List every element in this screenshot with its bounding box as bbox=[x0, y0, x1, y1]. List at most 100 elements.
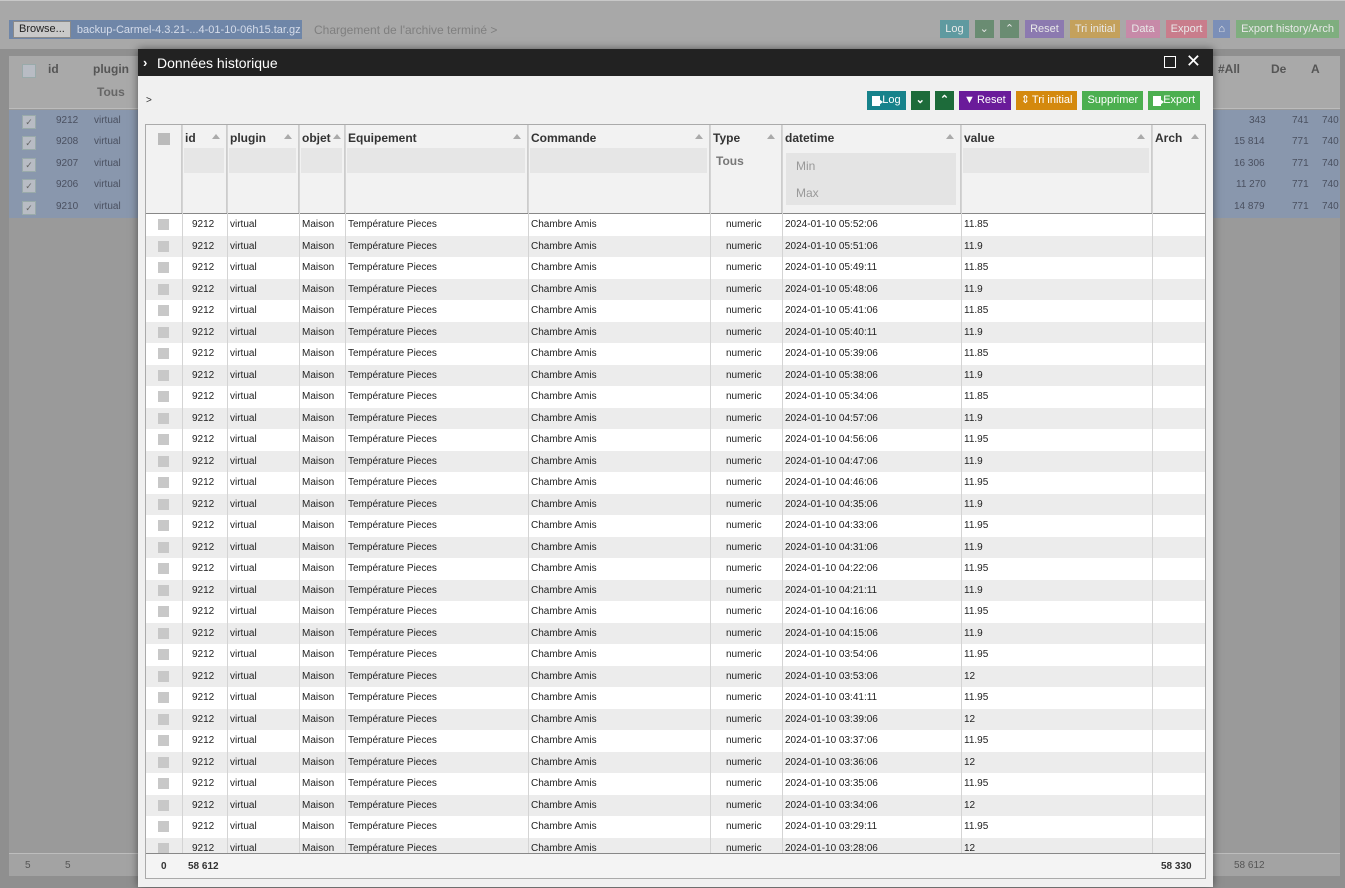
export-button[interactable]: Export bbox=[1148, 91, 1200, 110]
row-checkbox[interactable] bbox=[158, 756, 169, 768]
col-id[interactable]: id bbox=[182, 125, 227, 213]
table-row[interactable]: 9212 virtual Maison Température Pieces Chamb… bbox=[146, 601, 1205, 623]
row-checkbox[interactable] bbox=[158, 584, 169, 596]
table-row[interactable]: 9212 virtual Maison Température Pieces Chamb… bbox=[146, 214, 1205, 236]
bg-row-checkbox[interactable]: ✓ bbox=[22, 115, 36, 129]
col-commande[interactable]: Commande bbox=[528, 125, 710, 213]
col-type[interactable]: Type Tous bbox=[710, 125, 782, 213]
table-row[interactable]: 9212 virtual Maison Température Pieces Chamb… bbox=[146, 558, 1205, 580]
row-checkbox[interactable] bbox=[158, 262, 169, 273]
bg-col-all[interactable]: #All bbox=[1218, 62, 1240, 76]
chevron-double-up-icon[interactable]: ⌃ bbox=[934, 91, 955, 110]
bg-col-a[interactable]: A bbox=[1311, 62, 1320, 76]
col-plugin[interactable]: plugin bbox=[227, 125, 299, 213]
col-objet[interactable]: objet bbox=[299, 125, 345, 213]
row-checkbox[interactable] bbox=[158, 778, 169, 789]
value-filter-input[interactable] bbox=[963, 148, 1149, 173]
datetime-min-input[interactable]: Min bbox=[796, 159, 815, 173]
row-checkbox[interactable] bbox=[158, 735, 169, 746]
type-filter-select[interactable]: Tous bbox=[716, 154, 744, 168]
row-checkbox[interactable] bbox=[158, 627, 169, 639]
supprimer-button[interactable]: Supprimer bbox=[1082, 91, 1144, 110]
row-checkbox[interactable] bbox=[158, 713, 169, 725]
tri-initial-button[interactable]: ⇕ Tri initial bbox=[1015, 91, 1078, 110]
table-row[interactable]: 9212 virtual Maison Température Pieces Chamb… bbox=[146, 429, 1205, 451]
datetime-max-input[interactable]: Max bbox=[796, 186, 819, 200]
table-row[interactable]: 9212 virtual Maison Température Pieces Chamb… bbox=[146, 321, 1205, 343]
bg-select-all-checkbox[interactable] bbox=[22, 64, 36, 78]
close-icon[interactable]: ✕ bbox=[1186, 51, 1201, 71]
row-checkbox[interactable] bbox=[158, 240, 169, 252]
table-row[interactable]: 9212 virtual Maison Température Pieces Chamb… bbox=[146, 364, 1205, 386]
row-checkbox[interactable] bbox=[158, 692, 169, 703]
commande-filter-input[interactable] bbox=[530, 148, 707, 173]
bg-row-checkbox[interactable]: ✓ bbox=[22, 136, 36, 150]
row-checkbox[interactable] bbox=[158, 369, 169, 381]
bg-row-checkbox[interactable]: ✓ bbox=[22, 158, 36, 172]
table-row[interactable]: 9212 virtual Maison Température Pieces Chamb… bbox=[146, 773, 1205, 795]
browse-button[interactable]: Browse... bbox=[13, 21, 71, 38]
table-row[interactable]: 9212 virtual Maison Température Pieces Chamb… bbox=[146, 278, 1205, 300]
log-button[interactable]: Log bbox=[867, 91, 906, 110]
row-checkbox[interactable] bbox=[158, 455, 169, 467]
bg-log-button[interactable]: Log bbox=[940, 20, 969, 38]
modal-title-bar[interactable]: › Données historique ✕ bbox=[138, 49, 1213, 76]
row-checkbox[interactable] bbox=[158, 799, 169, 811]
row-checkbox[interactable] bbox=[158, 498, 169, 510]
table-row[interactable]: 9212 virtual Maison Température Pieces Chamb… bbox=[146, 816, 1205, 838]
table-row[interactable]: 9212 virtual Maison Température Pieces Chamb… bbox=[146, 622, 1205, 644]
table-row[interactable]: 9212 virtual Maison Température Pieces Chamb… bbox=[146, 751, 1205, 773]
select-all-checkbox[interactable] bbox=[158, 133, 170, 145]
table-row[interactable]: 9212 virtual Maison Température Pieces Chamb… bbox=[146, 515, 1205, 537]
table-row[interactable]: 9212 virtual Maison Température Pieces Chamb… bbox=[146, 579, 1205, 601]
objet-filter-input[interactable] bbox=[301, 148, 342, 173]
row-checkbox[interactable] bbox=[158, 348, 169, 359]
home-icon[interactable]: ⌂ bbox=[1213, 20, 1231, 38]
row-checkbox[interactable] bbox=[158, 219, 169, 230]
row-checkbox[interactable] bbox=[158, 821, 169, 832]
bg-plugin-filter[interactable]: Tous bbox=[97, 85, 125, 99]
plugin-filter-input[interactable] bbox=[229, 148, 296, 173]
row-checkbox[interactable] bbox=[158, 326, 169, 338]
id-filter-input[interactable] bbox=[184, 148, 224, 173]
bg-col-plugin[interactable]: plugin bbox=[93, 62, 129, 76]
bg-row-checkbox[interactable]: ✓ bbox=[22, 179, 36, 193]
table-row[interactable]: 9212 virtual Maison Température Pieces Chamb… bbox=[146, 794, 1205, 816]
equipement-filter-input[interactable] bbox=[347, 148, 525, 173]
table-row[interactable]: 9212 virtual Maison Température Pieces Chamb… bbox=[146, 708, 1205, 730]
row-checkbox[interactable] bbox=[158, 434, 169, 445]
row-checkbox[interactable] bbox=[158, 412, 169, 424]
row-checkbox[interactable] bbox=[158, 606, 169, 617]
bg-row-checkbox[interactable]: ✓ bbox=[22, 201, 36, 215]
table-row[interactable]: 9212 virtual Maison Température Pieces Chamb… bbox=[146, 450, 1205, 472]
row-checkbox[interactable] bbox=[158, 842, 169, 854]
row-checkbox[interactable] bbox=[158, 520, 169, 531]
bg-expand-button[interactable]: ⌃ bbox=[999, 20, 1020, 38]
bg-reset-button[interactable]: Reset bbox=[1025, 20, 1064, 38]
col-value[interactable]: value bbox=[961, 125, 1152, 213]
row-checkbox[interactable] bbox=[158, 563, 169, 574]
bg-collapse-button[interactable]: ⌄ bbox=[974, 20, 994, 38]
table-row[interactable]: 9212 virtual Maison Température Pieces Chamb… bbox=[146, 493, 1205, 515]
table-row[interactable]: 9212 virtual Maison Température Pieces Chamb… bbox=[146, 730, 1205, 752]
table-row[interactable]: 9212 virtual Maison Température Pieces Chamb… bbox=[146, 665, 1205, 687]
table-row[interactable]: 9212 virtual Maison Température Pieces Chamb… bbox=[146, 386, 1205, 408]
table-row[interactable]: 9212 virtual Maison Température Pieces Chamb… bbox=[146, 837, 1205, 854]
table-row[interactable]: 9212 virtual Maison Température Pieces Chamb… bbox=[146, 644, 1205, 666]
col-arch[interactable]: Arch bbox=[1152, 125, 1205, 213]
bg-data-button[interactable]: Data bbox=[1126, 20, 1160, 38]
reset-button[interactable]: ▼ Reset bbox=[959, 91, 1011, 110]
row-checkbox[interactable] bbox=[158, 477, 169, 488]
bg-export-history-button[interactable]: Export history/Arch bbox=[1236, 20, 1339, 38]
chevron-double-down-icon[interactable]: ⌄ bbox=[910, 91, 930, 110]
bg-tri-button[interactable]: Tri initial bbox=[1069, 20, 1121, 38]
table-row[interactable]: 9212 virtual Maison Température Pieces Chamb… bbox=[146, 407, 1205, 429]
table-row[interactable]: 9212 virtual Maison Température Pieces Chamb… bbox=[146, 235, 1205, 257]
table-row[interactable]: 9212 virtual Maison Température Pieces Chamb… bbox=[146, 687, 1205, 709]
row-checkbox[interactable] bbox=[158, 541, 169, 553]
row-checkbox[interactable] bbox=[158, 305, 169, 316]
table-row[interactable]: 9212 virtual Maison Température Pieces Chamb… bbox=[146, 472, 1205, 494]
table-row[interactable]: 9212 virtual Maison Température Pieces Chamb… bbox=[146, 536, 1205, 558]
bg-col-id[interactable]: id bbox=[48, 62, 59, 76]
row-checkbox[interactable] bbox=[158, 649, 169, 660]
